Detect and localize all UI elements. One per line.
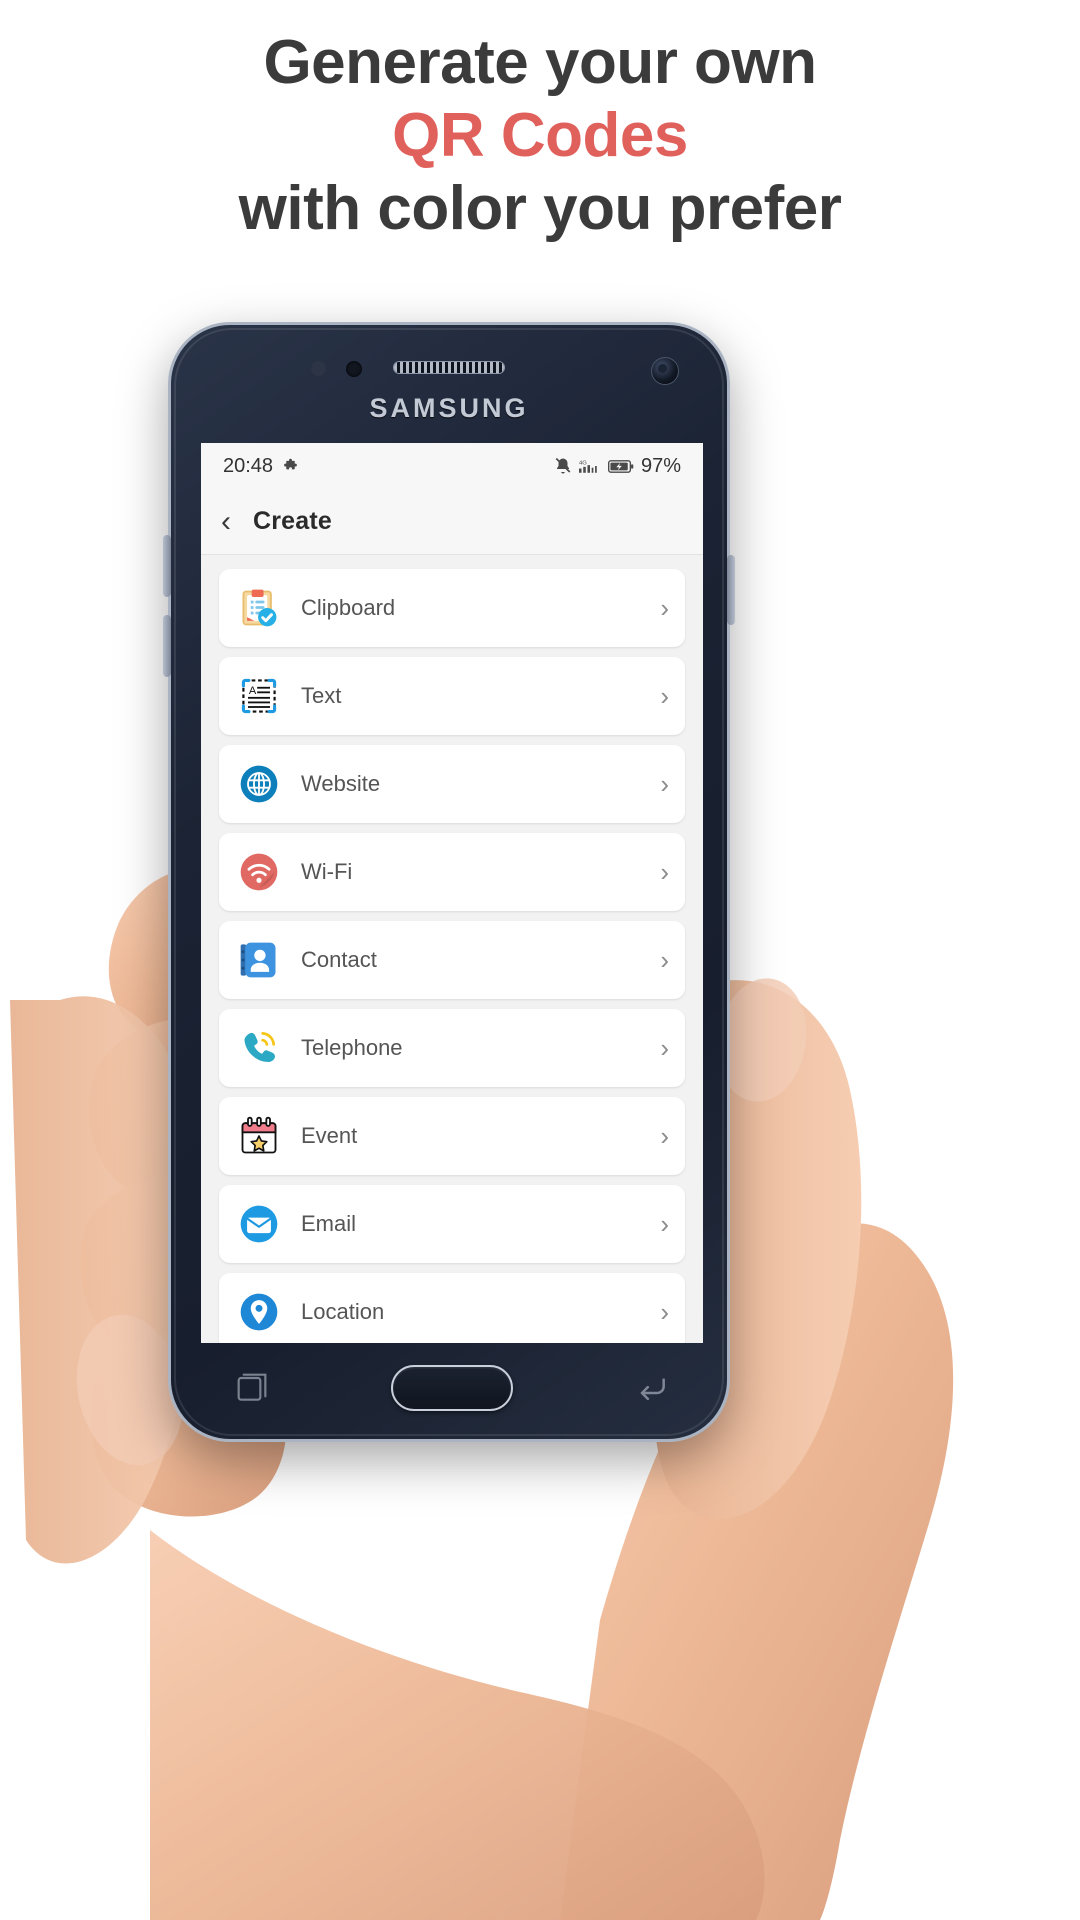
battery-charging-icon (607, 459, 634, 473)
chevron-right-icon: › (660, 945, 669, 975)
list-item-email[interactable]: Email › (219, 1185, 685, 1263)
email-icon (237, 1202, 281, 1246)
status-bar: 20:48 4G 97% (201, 443, 703, 489)
device-brand-label: SAMSUNG (369, 393, 529, 423)
signal-4g-icon: 4G (578, 460, 597, 473)
app-bar: ‹ Create (201, 489, 703, 555)
list-item-clipboard[interactable]: Clipboard › (219, 569, 685, 647)
list-item-label: Location (301, 1299, 385, 1324)
status-bar-left: 20:48 (223, 455, 299, 478)
volume-down-button[interactable] (163, 615, 171, 677)
phone-device: SAMSUNG 20:48 4G 97% ‹ Create Clipboard … (163, 322, 735, 1442)
power-button[interactable] (727, 555, 735, 625)
list-item-label: Text (301, 683, 342, 708)
list-item-website[interactable]: Website › (219, 745, 685, 823)
light-sensor-icon (346, 361, 362, 377)
list-item-text[interactable]: A Text › (219, 657, 685, 735)
list-item-location[interactable]: Location › (219, 1273, 685, 1343)
clipboard-check-icon (237, 586, 281, 630)
front-camera-icon (651, 357, 679, 385)
chevron-right-icon: › (660, 1121, 669, 1151)
list-item-label: Event (301, 1123, 358, 1148)
list-item-label: Website (301, 771, 381, 796)
page-title: Create (253, 507, 333, 535)
list-item-event[interactable]: Event › (219, 1097, 685, 1175)
chevron-right-icon: › (660, 769, 669, 799)
list-item-label: Telephone (301, 1035, 403, 1060)
battery-percent-label: 97% (640, 454, 681, 477)
headline-line-1: Generate your own (263, 28, 817, 97)
contact-icon (237, 938, 281, 982)
chevron-right-icon: › (660, 857, 669, 887)
back-button[interactable]: ‹ (221, 506, 231, 537)
chevron-right-icon: › (660, 1297, 669, 1327)
status-time: 20:48 (223, 454, 274, 477)
device-navigation-bar (171, 1337, 733, 1439)
list-item-label: Email (301, 1211, 357, 1236)
phone-screen: 20:48 4G 97% ‹ Create Clipboard › A Text… (201, 443, 703, 1343)
status-bar-right: 4G 97% (554, 455, 681, 478)
create-options-list: Clipboard › A Text › Website › Wi-Fi › C… (201, 555, 703, 1343)
back-icon[interactable] (630, 1368, 674, 1408)
list-item-label: Clipboard (301, 595, 396, 620)
promo-headline: Generate your own QR Codes with color yo… (0, 26, 1080, 245)
mute-bell-icon (555, 457, 571, 474)
list-item-wifi[interactable]: Wi-Fi › (219, 833, 685, 911)
svg-text:4G: 4G (579, 460, 587, 466)
headline-line-3: with color you prefer (238, 174, 842, 244)
volume-up-button[interactable] (163, 535, 171, 597)
home-button[interactable] (390, 1365, 513, 1411)
chevron-right-icon: › (660, 593, 669, 623)
puzzle-piece-icon (284, 458, 297, 469)
globe-icon (237, 762, 281, 806)
list-item-telephone[interactable]: Telephone › (219, 1009, 685, 1087)
chevron-right-icon: › (660, 1033, 669, 1063)
recents-icon[interactable] (230, 1368, 274, 1408)
speaker-grille-icon (393, 361, 505, 374)
chevron-right-icon: › (660, 681, 669, 711)
calendar-star-icon (237, 1114, 281, 1158)
text-scan-icon: A (237, 674, 281, 718)
list-item-contact[interactable]: Contact › (219, 921, 685, 999)
telephone-icon (237, 1026, 281, 1070)
headline-line-2: QR Codes (392, 101, 688, 171)
list-item-label: Contact (301, 947, 377, 972)
svg-text:A: A (249, 685, 257, 697)
wifi-icon (237, 850, 281, 894)
location-pin-icon (237, 1290, 281, 1334)
proximity-sensor-icon (311, 361, 326, 376)
chevron-right-icon: › (660, 1209, 669, 1239)
list-item-label: Wi-Fi (301, 859, 353, 884)
